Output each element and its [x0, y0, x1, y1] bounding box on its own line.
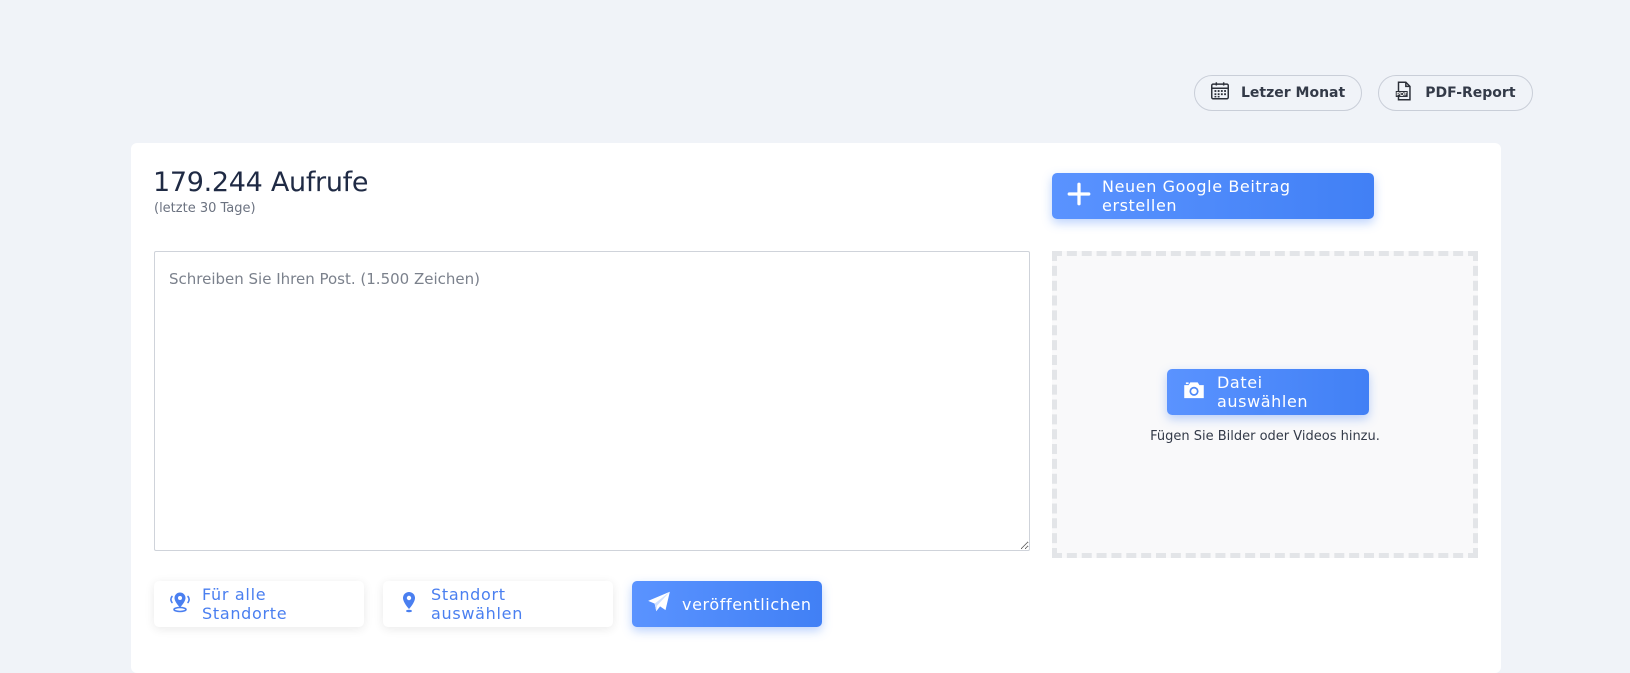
- period-button[interactable]: Letzer Monat: [1194, 75, 1363, 111]
- media-dropzone[interactable]: Datei auswählen Fügen Sie Bilder oder Vi…: [1052, 251, 1478, 558]
- multi-location-pin-icon: [168, 590, 192, 618]
- new-google-post-button[interactable]: Neuen Google Beitrag erstellen: [1052, 173, 1374, 219]
- all-locations-label: Für alle Standorte: [202, 585, 288, 623]
- pdf-report-button[interactable]: PDF-Report: [1378, 75, 1533, 111]
- calendar-icon: [1209, 80, 1231, 106]
- views-period: (letzte 30 Tage): [154, 201, 256, 216]
- choose-file-button[interactable]: Datei auswählen: [1167, 369, 1369, 415]
- choose-location-label: Standort auswählen: [431, 585, 524, 623]
- plus-icon: [1066, 181, 1092, 211]
- location-pin-icon: [397, 590, 421, 618]
- post-text-input[interactable]: [154, 251, 1030, 551]
- top-actions: Letzer Monat PDF-Report: [1194, 75, 1533, 111]
- views-count: 179.244 Aufrufe: [153, 167, 369, 198]
- media-hint: Fügen Sie Bilder oder Videos hinzu.: [1150, 429, 1380, 444]
- publish-label: veröffentlichen: [682, 594, 812, 614]
- publish-button[interactable]: veröffentlichen: [632, 581, 822, 627]
- new-google-post-label: Neuen Google Beitrag erstellen: [1102, 177, 1291, 215]
- choose-location-button[interactable]: Standort auswählen: [383, 581, 613, 627]
- all-locations-button[interactable]: Für alle Standorte: [154, 581, 364, 627]
- post-composer-card: 179.244 Aufrufe (letzte 30 Tage) Neuen G…: [131, 143, 1501, 673]
- camera-icon: [1181, 377, 1207, 407]
- period-label: Letzer Monat: [1241, 85, 1346, 101]
- pdf-report-label: PDF-Report: [1425, 85, 1516, 101]
- paper-plane-icon: [646, 589, 672, 619]
- choose-file-label: Datei auswählen: [1217, 373, 1309, 411]
- pdf-file-icon: [1393, 80, 1415, 106]
